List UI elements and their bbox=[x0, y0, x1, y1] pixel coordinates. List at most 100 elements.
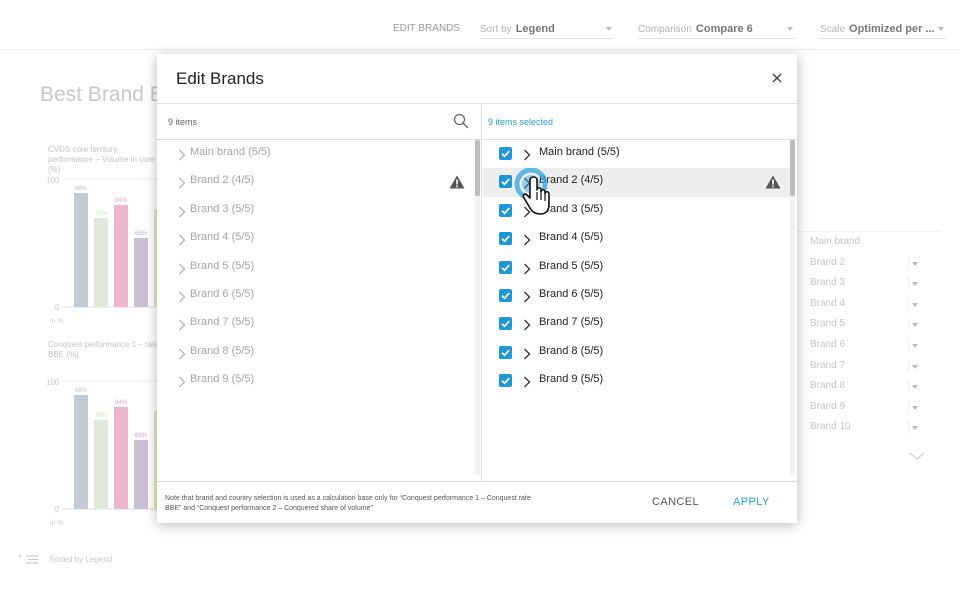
available-brand-item[interactable]: Brand 8 (5/5) bbox=[157, 339, 475, 367]
available-brand-item[interactable]: Brand 5 (5/5) bbox=[157, 254, 475, 282]
brand-label: Brand 4 (5/5) bbox=[190, 231, 255, 244]
checkbox[interactable] bbox=[499, 203, 512, 217]
chevron-right-icon[interactable] bbox=[523, 348, 531, 360]
comparison-value: Compare 6 bbox=[695, 23, 753, 35]
chevron-right-icon[interactable] bbox=[178, 291, 186, 303]
warning-icon bbox=[765, 175, 781, 189]
chevron-right-icon[interactable] bbox=[178, 149, 186, 161]
chevron-right-icon[interactable] bbox=[178, 263, 186, 275]
checkbox[interactable] bbox=[499, 289, 512, 302]
chevron-right-icon[interactable] bbox=[523, 234, 531, 246]
legend-item: Brand 5 bbox=[796, 314, 940, 335]
selected-brand-item[interactable]: Brand 7 (5/5) bbox=[483, 310, 790, 338]
checkmark-icon bbox=[501, 292, 510, 300]
bar bbox=[114, 205, 128, 307]
available-brand-item[interactable]: Brand 3 (5/5) bbox=[157, 197, 475, 225]
apply-button[interactable]: APPLY bbox=[733, 496, 770, 508]
brand-label: Brand 5 (5/5) bbox=[539, 259, 604, 272]
selected-brand-item[interactable]: Brand 4 (5/5) bbox=[483, 225, 790, 253]
scale-label: Scale bbox=[820, 24, 846, 35]
sort-by-dropdown[interactable]: Sort by Legend bbox=[480, 23, 612, 35]
checkbox[interactable] bbox=[499, 175, 512, 189]
svg-text:88%: 88% bbox=[75, 388, 88, 394]
cancel-button[interactable]: CANCEL bbox=[652, 496, 699, 508]
warning-icon bbox=[449, 175, 465, 189]
chevron-right-icon[interactable] bbox=[523, 376, 531, 388]
dialog-title: Edit Brands bbox=[176, 69, 264, 88]
chart-title-conquest-performance: Conquest performance 1 – rate BBE (%) bbox=[48, 340, 159, 359]
checkbox[interactable] bbox=[499, 147, 512, 160]
scale-dropdown[interactable]: Scale Optimized per ... bbox=[820, 23, 946, 35]
comparison-label: Comparison bbox=[638, 24, 692, 35]
checkmark-icon bbox=[501, 377, 510, 385]
selected-brands-pane: 9 items selected Main brand (5/5) Brand 2… bbox=[483, 104, 797, 481]
brand-label: Brand 5 (5/5) bbox=[190, 259, 255, 272]
chevron-right-icon[interactable] bbox=[178, 319, 186, 331]
brand-label: Brand 6 (5/5) bbox=[190, 288, 255, 300]
chevron-right-icon[interactable] bbox=[178, 234, 186, 246]
available-brands-header: 9 items bbox=[157, 104, 481, 140]
legend-item: Brand 6 bbox=[796, 335, 940, 356]
checkbox[interactable] bbox=[499, 260, 512, 274]
selected-brand-item[interactable]: Brand 6 (5/5) bbox=[483, 282, 790, 310]
chevron-down-icon bbox=[787, 27, 793, 31]
svg-text:100: 100 bbox=[46, 176, 60, 185]
svg-text:in %: in % bbox=[50, 520, 64, 527]
selected-brand-item[interactable]: Brand 9 (5/5) bbox=[483, 367, 790, 395]
brand-label: Brand 8 (5/5) bbox=[539, 344, 604, 357]
chevron-right-icon[interactable] bbox=[178, 348, 186, 360]
legend-item: Brand 3 bbox=[796, 273, 940, 294]
legend-item: Brand 4 bbox=[796, 294, 940, 315]
brand-label: Brand 9 (5/5) bbox=[539, 373, 604, 386]
search-icon[interactable] bbox=[453, 113, 469, 129]
checkbox[interactable] bbox=[499, 374, 512, 388]
scale-value: Optimized per ... bbox=[849, 23, 935, 35]
chevron-right-icon[interactable] bbox=[523, 291, 531, 303]
selected-brand-item[interactable]: Brand 5 (5/5) bbox=[483, 254, 790, 282]
selected-brands-header: 9 items selected bbox=[483, 104, 797, 140]
close-icon[interactable] bbox=[770, 71, 784, 85]
chart-title-core-performance: CVDS core territory performance – Volume… bbox=[48, 145, 155, 174]
brand-label: Brand 2 (4/5) bbox=[190, 174, 255, 187]
calculation-note: Note that brand and country selection is… bbox=[165, 495, 531, 512]
svg-text:68%: 68% bbox=[135, 433, 148, 439]
checkbox[interactable] bbox=[499, 232, 512, 246]
legend-item: Brand 9 bbox=[796, 397, 940, 418]
comparison-dropdown[interactable]: Comparison Compare 6 bbox=[638, 23, 794, 35]
edit-brands-link[interactable]: EDIT BRANDS bbox=[393, 23, 460, 34]
checkmark-icon bbox=[501, 207, 510, 215]
checkbox[interactable] bbox=[499, 317, 512, 331]
svg-text:in %: in % bbox=[50, 318, 64, 325]
available-brand-item[interactable]: Brand 4 (5/5) bbox=[157, 225, 475, 253]
chevron-down-icon bbox=[909, 452, 925, 460]
chevron-right-icon[interactable] bbox=[178, 376, 186, 388]
scrollbar[interactable] bbox=[790, 140, 795, 475]
selected-brand-item[interactable]: Main brand (5/5) bbox=[483, 140, 790, 168]
chevron-down-icon bbox=[606, 27, 612, 31]
checkmark-icon bbox=[501, 349, 510, 357]
available-brand-item[interactable]: Brand 9 (5/5) bbox=[157, 367, 475, 395]
top-toolbar: EDIT BRANDS Sort by Legend Comparison Comp… bbox=[0, 0, 960, 50]
chevron-right-icon[interactable] bbox=[523, 319, 531, 331]
checkmark-icon bbox=[501, 235, 510, 243]
selected-brand-item[interactable]: Brand 8 (5/5) bbox=[483, 339, 790, 367]
bar bbox=[134, 440, 148, 509]
chevron-right-icon[interactable] bbox=[523, 263, 531, 275]
legend-item: Brand 10 bbox=[796, 417, 940, 438]
checkbox[interactable] bbox=[499, 345, 512, 359]
chevron-right-icon[interactable] bbox=[523, 149, 531, 161]
available-brand-item[interactable]: Brand 2 (4/5) bbox=[157, 168, 475, 196]
available-brand-item[interactable]: Brand 7 (5/5) bbox=[157, 310, 475, 338]
scrollbar[interactable] bbox=[475, 140, 480, 475]
bar bbox=[74, 395, 88, 509]
available-brand-item[interactable]: Main brand (5/5) bbox=[157, 140, 475, 168]
chevron-right-icon[interactable] bbox=[178, 177, 186, 189]
checkmark-icon bbox=[501, 178, 510, 186]
brand-label: Brand 4 (5/5) bbox=[539, 231, 604, 244]
chevron-right-icon[interactable] bbox=[178, 206, 186, 218]
sort-icon: * bbox=[18, 553, 38, 564]
brand-label: Main brand (5/5) bbox=[190, 146, 271, 158]
checkmark-icon bbox=[501, 264, 510, 272]
available-brand-item[interactable]: Brand 6 (5/5) bbox=[157, 282, 475, 310]
svg-text:84%: 84% bbox=[115, 198, 128, 204]
